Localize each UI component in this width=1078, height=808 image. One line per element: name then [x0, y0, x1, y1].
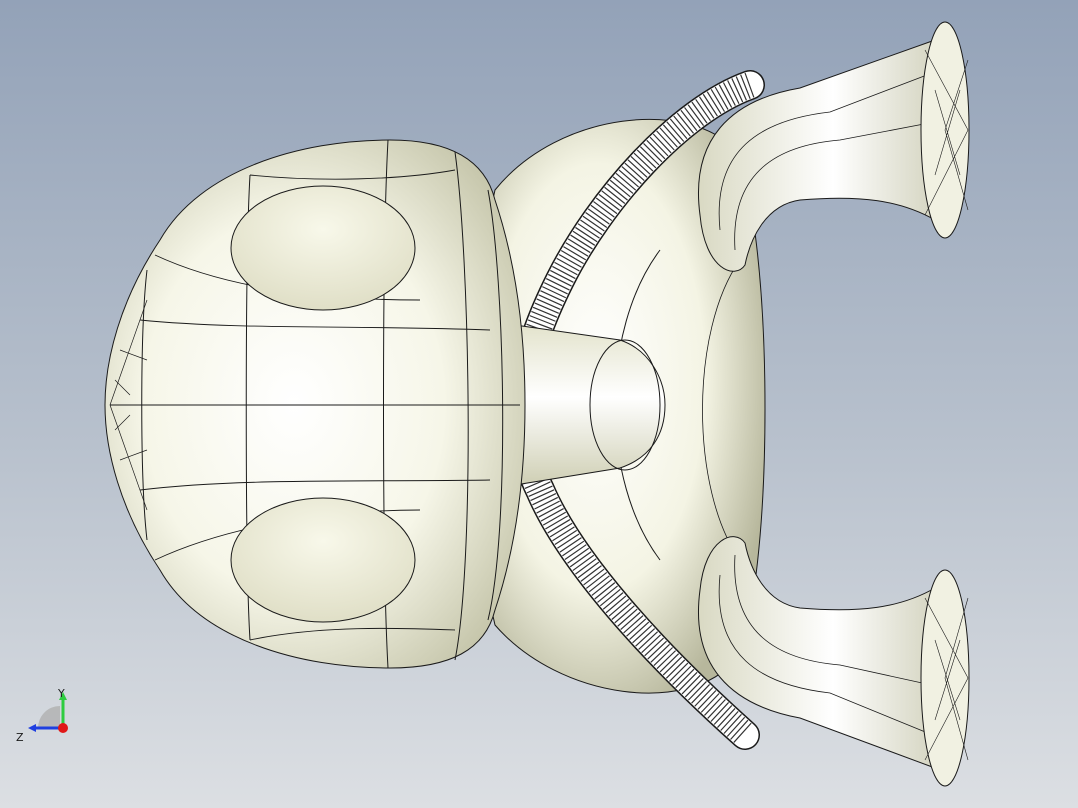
head-shell[interactable]: [104, 139, 526, 669]
z-axis-label: Z: [16, 731, 24, 744]
x-axis-dot: [58, 723, 68, 733]
graphics-viewport[interactable]: Y Z: [0, 0, 1078, 808]
y-axis-label: Y: [58, 687, 65, 700]
axis-triad: Y Z: [10, 684, 74, 748]
lower-eye: [230, 497, 416, 623]
upper-eye: [230, 185, 416, 311]
neck-cylinder[interactable]: [514, 324, 666, 486]
upper-leg[interactable]: [698, 21, 970, 272]
3d-model-view[interactable]: [0, 0, 1078, 808]
